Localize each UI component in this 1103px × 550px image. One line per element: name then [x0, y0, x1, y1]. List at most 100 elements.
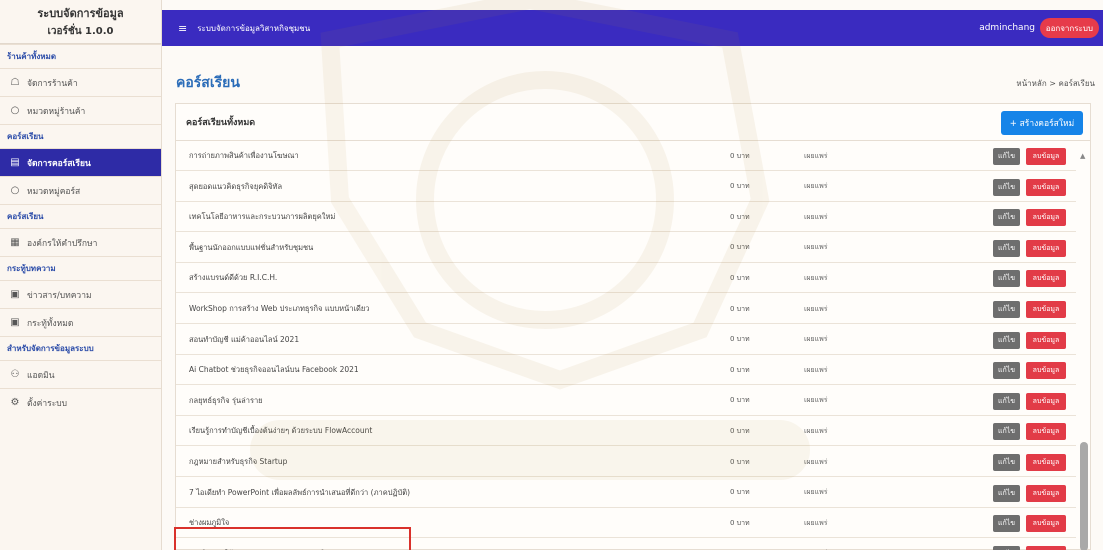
course-name: การถ่ายภาพสินค้าเพื่องานโฆษณา — [189, 151, 299, 160]
sidebar-item[interactable]: ▣ ข่าวสาร/บทความ — [0, 280, 161, 308]
menu-icon[interactable]: ≡ — [178, 22, 187, 35]
course-name: Ai Chatbot ช่วยธุรกิจออนไลน์บน Facebook … — [189, 365, 359, 375]
edit-button[interactable]: แก้ไข — [993, 239, 1020, 257]
edit-button[interactable]: แก้ไข — [993, 148, 1020, 165]
edit-button[interactable]: แก้ไข — [993, 209, 1020, 227]
table-row: สร้างแบรนด์ดีด้วย R.I.C.H. 0 บาท เผยแพร่ แก… — [176, 263, 1076, 294]
delete-button[interactable]: ลบข้อมูล — [1026, 454, 1066, 471]
course-status: เผยแพร่ — [804, 273, 828, 282]
course-price: 0 บาท — [730, 539, 750, 550]
sidebar-item[interactable]: ▤ จัดการคอร์สเรียน — [0, 148, 161, 176]
sidebar-item[interactable]: ☖ จัดการร้านค้า — [0, 68, 161, 96]
course-price: 0 บาท — [730, 518, 750, 527]
scrollbar[interactable]: ▲ — [1078, 141, 1090, 550]
delete-button[interactable]: ลบข้อมูล — [1026, 484, 1066, 502]
edit-button[interactable]: แก้ไข — [993, 484, 1020, 502]
course-name: สอนทำบัญชี แม่ค้าออนไลน์ 2021 — [189, 334, 300, 344]
edit-button[interactable]: แก้ไข — [993, 178, 1020, 196]
courses-card: คอร์สเรียนทั้งหมด + สร้างคอร์สใหม่ การถ่… — [175, 103, 1091, 550]
course-price: 0 บาท — [730, 151, 750, 160]
edit-button[interactable]: แก้ไข — [993, 515, 1020, 533]
page-title: คอร์สเรียน — [176, 75, 240, 91]
delete-button[interactable]: ลบข้อมูล — [1026, 178, 1066, 196]
list-icon: ▤ — [10, 157, 20, 168]
edit-button[interactable]: แก้ไข — [993, 423, 1020, 441]
course-status: เผยแพร่ — [804, 426, 828, 435]
delete-button[interactable]: ลบข้อมูล — [1026, 392, 1066, 410]
table-row: สุดยอดแนวคิดธุรกิจยุคดิจิทัล 0 บาท เผยแพร่… — [176, 172, 1076, 202]
course-status: เผยแพร่ — [804, 457, 828, 466]
delete-button[interactable]: ลบข้อมูล — [1026, 545, 1066, 550]
sidebar-item-label: ตั้งค่าระบบ — [27, 398, 68, 409]
create-course-button[interactable]: + สร้างคอร์สใหม่ — [1001, 111, 1083, 135]
system-title: ระบบจัดการข้อมูลวิสาหกิจชุมชน — [197, 23, 311, 33]
sidebar-nav: ร้านค้าทั้งหมด ☖ จัดการร้านค้า ○ หมวดหมู่ร้า… — [0, 44, 161, 416]
course-name: กฎหมายสำหรับธุรกิจ Startup — [189, 457, 288, 466]
course-name: กลยุทธ์ธุรกิจ รุ่นล่าราย — [189, 395, 263, 405]
course-name: สุดยอดแนวคิดธุรกิจยุคดิจิทัล — [189, 181, 283, 191]
table-row: การถ่ายภาพสินค้าเพื่องานโฆษณา 0 บาท เผยแพร… — [176, 141, 1076, 171]
sidebar-item[interactable]: ▦ องค์กรให้คำปรึกษา — [0, 228, 161, 256]
delete-button[interactable]: ลบข้อมูล — [1026, 362, 1066, 380]
username[interactable]: adminchang — [979, 23, 1035, 33]
sidebar-item[interactable]: ▣ กระทู้ทั้งหมด — [0, 308, 161, 336]
scroll-up-icon[interactable]: ▲ — [1080, 152, 1085, 160]
news-icon: ▣ — [10, 289, 20, 300]
users-icon: ⚇ — [10, 369, 20, 380]
sidebar-section: กระทู้บทความ — [0, 256, 161, 280]
table-row: เรียนรู้การทำบัญชีเบื้องต้นง่ายๆ ด้วยระบ… — [176, 416, 1076, 447]
edit-button[interactable]: แก้ไข — [993, 331, 1020, 349]
delete-button[interactable]: ลบข้อมูล — [1026, 270, 1066, 288]
sidebar-item-label: องค์กรให้คำปรึกษา — [27, 238, 98, 249]
table-row: Ai Chatbot ช่วยธุรกิจออนไลน์บน Facebook … — [176, 355, 1076, 386]
circle-icon: ○ — [10, 185, 20, 196]
course-list: การถ่ายภาพสินค้าเพื่องานโฆษณา 0 บาท เผยแพร… — [176, 141, 1076, 550]
sidebar-item[interactable]: ⚙ ตั้งค่าระบบ — [0, 388, 161, 416]
logout-button[interactable]: ออกจากระบบ — [1039, 18, 1099, 38]
table-row: สอนทำบัญชี แม่ค้าออนไลน์ 2021 0 บาท เผยแพร… — [176, 325, 1076, 355]
course-name: เทคโนโลยีอาหารและกระบวนการผลิตยุคใหม่ — [189, 212, 336, 222]
brand-version: เวอร์ชั่น 1.0.0 — [47, 26, 114, 37]
highlight-box — [174, 527, 411, 550]
delete-button[interactable]: ลบข้อมูล — [1026, 209, 1066, 227]
sidebar-item-label: แอดมิน — [27, 370, 55, 381]
table-row: พื้นฐานนักออกแบบแฟชั่นสำหรับชุมชน 0 บาท เผ… — [176, 233, 1076, 263]
table-row: กลยุทธ์ธุรกิจ รุ่นล่าราย 0 บาท เผยแพร่ แก้ไ… — [176, 386, 1076, 416]
delete-button[interactable]: ลบข้อมูล — [1026, 331, 1066, 349]
edit-button[interactable]: แก้ไข — [993, 545, 1020, 550]
delete-button[interactable]: ลบข้อมูล — [1026, 239, 1066, 257]
sidebar-item[interactable]: ⚇ แอดมิน — [0, 360, 161, 388]
edit-button[interactable]: แก้ไข — [993, 392, 1020, 410]
sidebar-section: คอร์สเรียน — [0, 204, 161, 228]
brand: ระบบจัดการข้อมูล เวอร์ชั่น 1.0.0 — [0, 0, 161, 44]
delete-button[interactable]: ลบข้อมูล — [1026, 301, 1066, 318]
sidebar-item-label: จัดการร้านค้า — [27, 78, 78, 89]
delete-button[interactable]: ลบข้อมูล — [1026, 515, 1066, 533]
course-status: เผยแพร่ — [804, 396, 828, 405]
course-name: 7 ไอเดียทำ PowerPoint เพื่อผลลัพธ์การนำเ… — [189, 487, 411, 497]
sidebar-item[interactable]: ○ หมวดหมู่คอร์ส — [0, 176, 161, 204]
edit-button[interactable]: แก้ไข — [993, 362, 1020, 380]
sidebar-section: ร้านค้าทั้งหมด — [0, 44, 161, 68]
course-name: พื้นฐานนักออกแบบแฟชั่นสำหรับชุมชน — [189, 242, 314, 252]
delete-button[interactable]: ลบข้อมูล — [1026, 423, 1066, 441]
course-status: เผยแพร่ — [804, 182, 828, 191]
course-price: 0 บาท — [730, 212, 750, 221]
course-name: เรียนรู้การทำบัญชีเบื้องต้นง่ายๆ ด้วยระบ… — [189, 426, 373, 436]
scroll-thumb[interactable] — [1080, 442, 1088, 550]
delete-button[interactable]: ลบข้อมูล — [1026, 148, 1066, 165]
breadcrumb[interactable]: หน้าหลัก > คอร์สเรียน — [1016, 77, 1095, 90]
sidebar-item-label: ข่าวสาร/บทความ — [27, 290, 92, 301]
edit-button[interactable]: แก้ไข — [993, 270, 1020, 288]
sidebar-item[interactable]: ○ หมวดหมู่ร้านค้า — [0, 96, 161, 124]
edit-button[interactable]: แก้ไข — [993, 454, 1020, 471]
sidebar-item-label: จัดการคอร์สเรียน — [27, 158, 91, 169]
forum-icon: ▣ — [10, 317, 20, 328]
sidebar-section: สำหรับจัดการข้อมูลระบบ — [0, 336, 161, 360]
course-price: 0 บาท — [730, 243, 750, 252]
sidebar-item-label: หมวดหมู่คอร์ส — [27, 186, 81, 197]
course-status: เผยแพร่ — [804, 518, 828, 527]
course-price: 0 บาท — [730, 457, 750, 466]
edit-button[interactable]: แก้ไข — [993, 301, 1020, 318]
course-price: 0 บาท — [730, 426, 750, 435]
